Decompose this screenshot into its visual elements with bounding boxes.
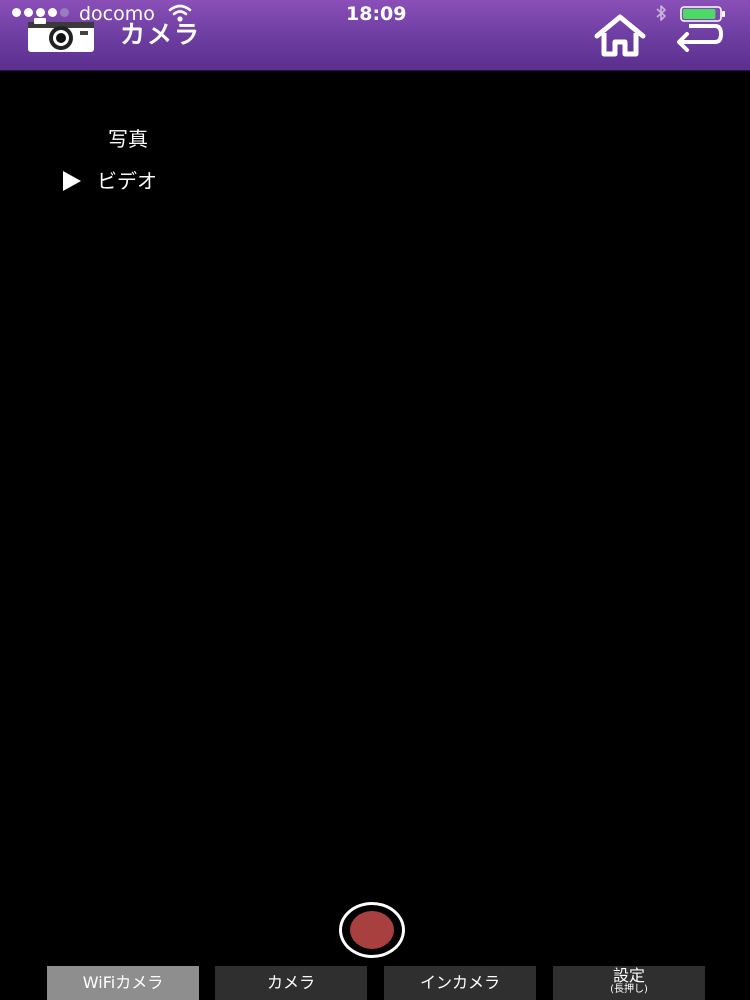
tab-settings-sublabel: (長押し) bbox=[610, 984, 648, 995]
record-icon bbox=[350, 911, 394, 949]
tab-wifi-camera[interactable]: WiFiカメラ bbox=[47, 966, 199, 1000]
tab-settings[interactable]: 設定 (長押し) bbox=[553, 966, 705, 1000]
play-triangle-icon bbox=[63, 171, 81, 191]
camera-icon bbox=[28, 18, 94, 52]
signal-dots-icon bbox=[12, 8, 69, 17]
record-button[interactable] bbox=[339, 902, 405, 958]
status-time: 18:09 bbox=[346, 3, 407, 25]
page-title: カメラ bbox=[120, 20, 202, 49]
bluetooth-icon bbox=[656, 5, 666, 21]
header-bar: docomo 18:09 カメラ bbox=[0, 0, 750, 71]
mode-photo[interactable]: 写真 bbox=[108, 126, 148, 152]
return-arrow-icon[interactable] bbox=[675, 20, 725, 52]
camera-screen: docomo 18:09 カメラ 写真 ビデオ WiFiカメラ カメラ インカメ… bbox=[0, 0, 750, 1000]
tab-in-camera[interactable]: インカメラ bbox=[384, 966, 536, 1000]
tab-camera[interactable]: カメラ bbox=[215, 966, 367, 1000]
mode-video[interactable]: ビデオ bbox=[97, 168, 157, 194]
home-icon[interactable] bbox=[593, 14, 647, 58]
tab-settings-label: 設定 bbox=[612, 966, 645, 985]
